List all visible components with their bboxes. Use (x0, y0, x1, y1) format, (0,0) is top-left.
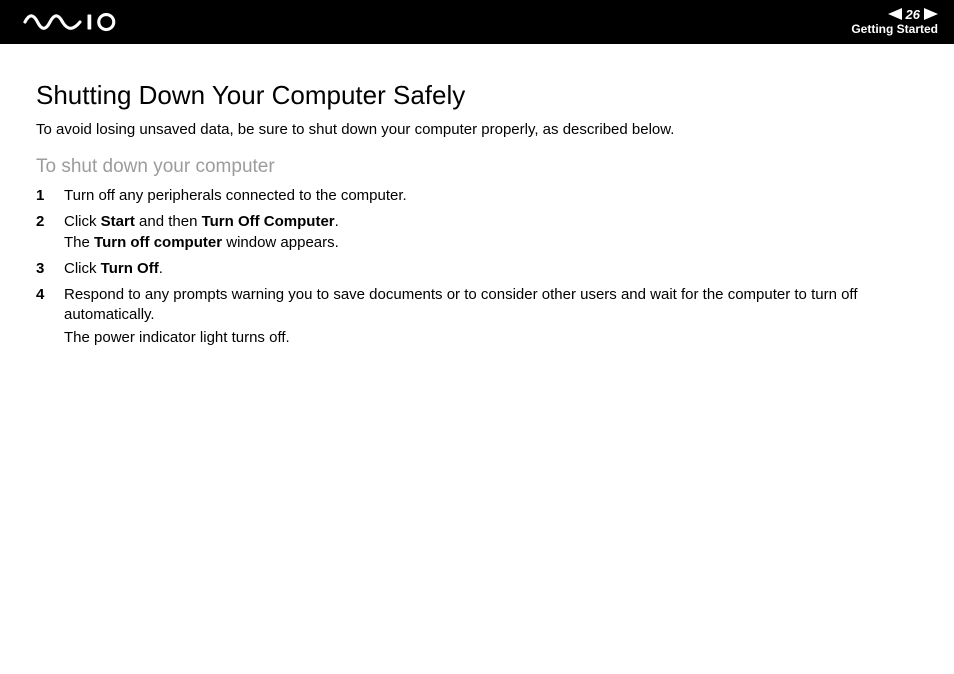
step-2: Click Start and then Turn Off Computer. … (36, 212, 918, 253)
next-page-icon[interactable] (924, 8, 938, 23)
step-text: Click Turn Off. (64, 260, 163, 277)
step-3: Click Turn Off. (36, 259, 918, 279)
step-4: Respond to any prompts warning you to sa… (36, 285, 918, 348)
subheading: To shut down your computer (36, 156, 918, 178)
prev-page-icon[interactable] (888, 8, 902, 23)
step-text: Respond to any prompts warning you to sa… (64, 286, 857, 323)
header-bar: 26 Getting Started (0, 0, 954, 44)
page-nav: 26 (888, 8, 938, 23)
step-text-line2: The power indicator light turns off. (64, 328, 918, 348)
document-page: 26 Getting Started Shutting Down Your Co… (0, 0, 954, 674)
section-name: Getting Started (851, 23, 938, 36)
page-number: 26 (906, 8, 920, 22)
header-right: 26 Getting Started (851, 8, 938, 36)
step-text-line2: The Turn off computer window appears. (64, 234, 339, 251)
steps-list: Turn off any peripherals connected to th… (36, 186, 918, 348)
step-text: Turn off any peripherals connected to th… (64, 187, 407, 204)
page-title: Shutting Down Your Computer Safely (36, 80, 918, 111)
content-area: Shutting Down Your Computer Safely To av… (0, 44, 954, 354)
vaio-logo (20, 12, 130, 32)
step-text: Click Start and then Turn Off Computer. (64, 213, 339, 230)
intro-text: To avoid losing unsaved data, be sure to… (36, 121, 918, 138)
step-1: Turn off any peripherals connected to th… (36, 186, 918, 206)
